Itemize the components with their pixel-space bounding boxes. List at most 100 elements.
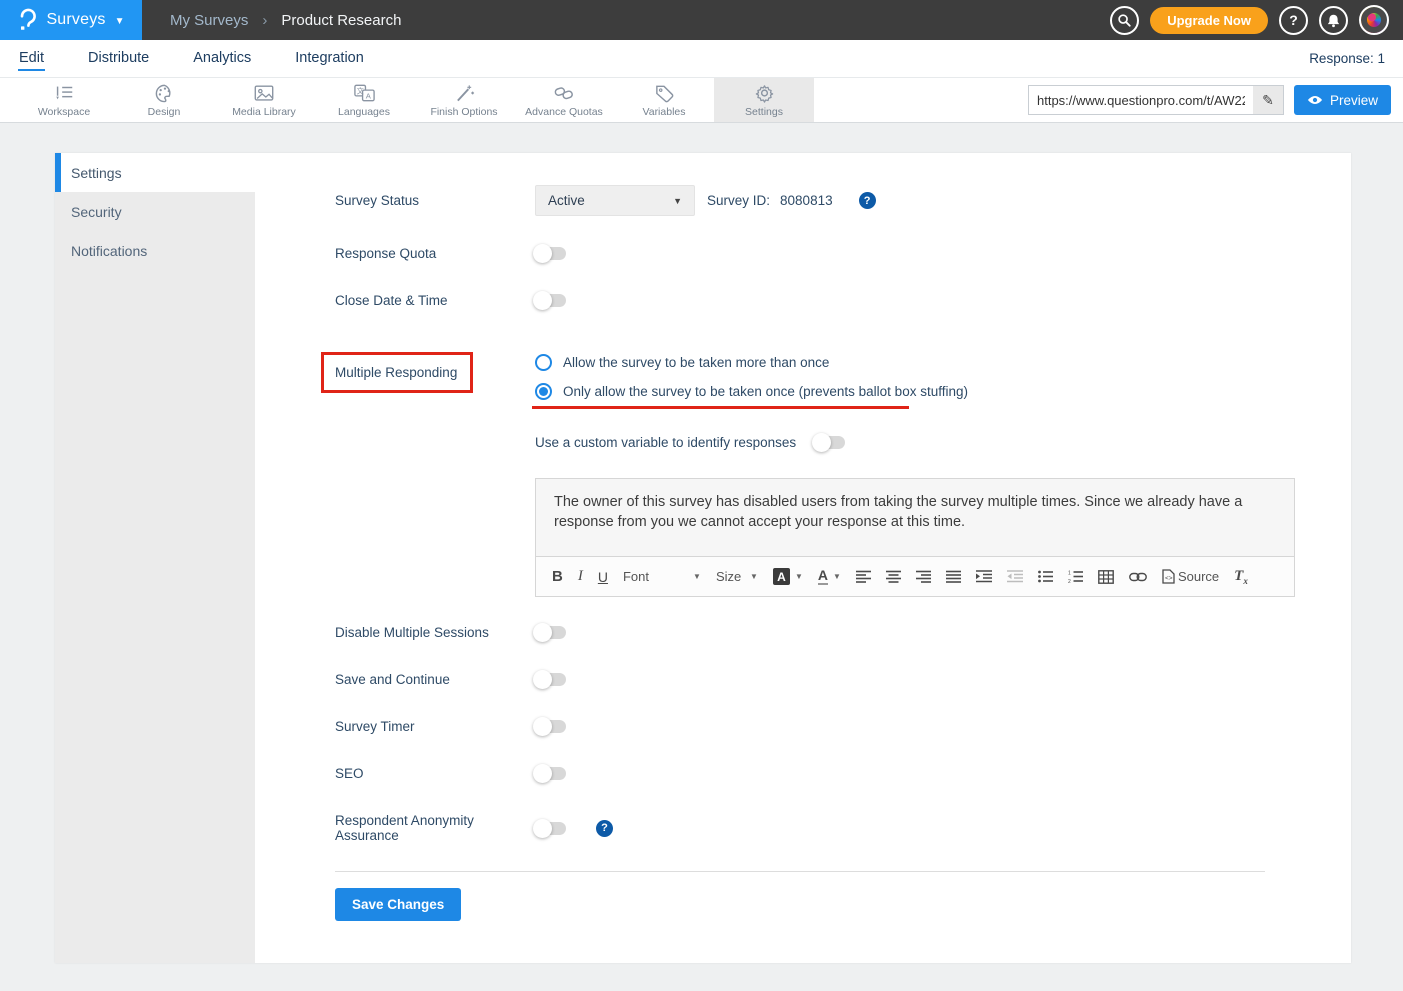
header-actions: Upgrade Now ? (1110, 0, 1403, 40)
help-button[interactable]: ? (1279, 6, 1308, 35)
align-right-button[interactable] (916, 570, 931, 583)
svg-text:1: 1 (1068, 571, 1071, 577)
response-count[interactable]: Response: 1 (1309, 51, 1385, 66)
toolbar-item-variables[interactable]: Variables (614, 78, 714, 122)
breadcrumb: My Surveys › Product Research (142, 0, 401, 40)
tag-icon (654, 83, 675, 103)
top-header: Surveys ▼ My Surveys › Product Research … (0, 0, 1403, 40)
respondent-anonymity-toggle[interactable] (535, 822, 566, 835)
italic-button[interactable]: I (578, 568, 583, 585)
survey-timer-row: Survey Timer (335, 719, 1351, 734)
seo-toggle[interactable] (535, 767, 566, 780)
font-dropdown[interactable]: Font ▼ (623, 569, 701, 584)
gear-icon (754, 83, 775, 103)
numbered-list-button[interactable]: 12 (1068, 570, 1083, 583)
align-center-button[interactable] (886, 570, 901, 583)
underline-button[interactable]: U (598, 569, 608, 585)
sidebar-item-security[interactable]: Security (55, 192, 255, 231)
survey-id-label: Survey ID: (707, 193, 770, 208)
questionpro-logo-icon (17, 8, 37, 32)
custom-variable-row: Use a custom variable to identify respon… (535, 435, 1351, 450)
chevron-right-icon: › (262, 12, 267, 29)
editor-toolbar: B I U Font ▼ Size ▼ A▼ A▼ (536, 556, 1294, 596)
brand-label: Surveys (46, 11, 105, 29)
insert-table-button[interactable] (1098, 570, 1114, 584)
radio-only-once-wrap: Only allow the survey to be taken once (… (535, 383, 968, 409)
insert-link-button[interactable] (1129, 572, 1147, 582)
multiple-responding-options: Allow the survey to be taken more than o… (535, 352, 968, 409)
survey-id-group: Survey ID: 8080813 ? (707, 192, 876, 209)
disable-multiple-sessions-toggle[interactable] (535, 626, 566, 639)
save-changes-button[interactable]: Save Changes (335, 888, 461, 921)
radio-allow-multiple[interactable]: Allow the survey to be taken more than o… (535, 354, 968, 371)
pencil-icon: ✎ (1262, 92, 1274, 109)
tab-integration[interactable]: Integration (294, 46, 365, 71)
toolbar-item-workspace[interactable]: Workspace (14, 78, 114, 122)
toolbar-item-advance-quotas[interactable]: Advance Quotas (514, 78, 614, 122)
align-left-button[interactable] (856, 570, 871, 583)
close-date-toggle[interactable] (535, 294, 566, 307)
survey-nav-tabs: Edit Distribute Analytics Integration (18, 46, 365, 71)
radio-only-once[interactable]: Only allow the survey to be taken once (… (535, 383, 968, 400)
breadcrumb-my-surveys[interactable]: My Surveys (170, 12, 248, 29)
translate-icon: 文 A (353, 83, 376, 103)
palette-icon (154, 83, 175, 103)
svg-text:2: 2 (1068, 579, 1071, 583)
upgrade-now-button[interactable]: Upgrade Now (1150, 7, 1268, 34)
save-and-continue-toggle[interactable] (535, 673, 566, 686)
sidebar-item-settings[interactable]: Settings (55, 153, 255, 192)
toolbar-item-finish-options[interactable]: Finish Options (414, 78, 514, 122)
tab-edit[interactable]: Edit (18, 46, 45, 71)
editor-content-area[interactable]: The owner of this survey has disabled us… (536, 479, 1294, 556)
save-and-continue-label: Save and Continue (335, 672, 535, 687)
survey-timer-toggle[interactable] (535, 720, 566, 733)
multiple-responding-annotation-box: Multiple Responding (321, 352, 473, 393)
edit-toolbar: Workspace Design Media Library 文 A (0, 78, 1403, 123)
survey-status-help-icon[interactable]: ? (859, 192, 876, 209)
bullet-list-button[interactable] (1038, 570, 1053, 583)
breadcrumb-survey-name: Product Research (281, 12, 401, 29)
product-switcher[interactable]: Surveys ▼ (0, 0, 142, 40)
svg-text:文: 文 (356, 86, 363, 95)
increase-indent-button[interactable] (976, 570, 992, 583)
toolbar-item-settings[interactable]: Settings (714, 78, 814, 122)
decrease-indent-button[interactable] (1007, 570, 1023, 583)
text-color-button[interactable]: A▼ (818, 568, 841, 585)
chevron-down-icon: ▼ (673, 196, 682, 206)
tab-distribute[interactable]: Distribute (87, 46, 150, 71)
radio-icon[interactable] (535, 354, 552, 371)
search-icon (1117, 13, 1132, 28)
remove-format-button[interactable]: Tx (1234, 568, 1248, 586)
bold-button[interactable]: B (552, 568, 563, 585)
multiple-responding-label-cell: Multiple Responding (335, 352, 535, 393)
save-and-continue-row: Save and Continue (335, 672, 1351, 687)
notifications-button[interactable] (1319, 6, 1348, 35)
sidebar-item-notifications[interactable]: Notifications (55, 231, 255, 270)
svg-text:<>: <> (1165, 575, 1173, 582)
radio-selected-icon[interactable] (535, 383, 552, 400)
respondent-anonymity-help-icon[interactable]: ? (596, 820, 613, 837)
image-icon (253, 83, 275, 103)
toolbar-right: ✎ Preview (1028, 78, 1403, 122)
questionpro-app: Surveys ▼ My Surveys › Product Research … (0, 0, 1403, 963)
justify-button[interactable] (946, 570, 961, 583)
survey-status-select[interactable]: Active ▼ (535, 185, 695, 216)
avatar[interactable] (1359, 5, 1389, 35)
survey-status-label: Survey Status (335, 193, 535, 208)
survey-url-input[interactable] (1029, 86, 1253, 114)
search-button[interactable] (1110, 6, 1139, 35)
toolbar-item-media-library[interactable]: Media Library (214, 78, 314, 122)
edit-url-button[interactable]: ✎ (1253, 86, 1283, 114)
response-quota-toggle[interactable] (535, 247, 566, 260)
background-color-button[interactable]: A▼ (773, 568, 803, 585)
preview-button[interactable]: Preview (1294, 85, 1391, 115)
settings-sidebar: Settings Security Notifications (55, 153, 255, 963)
tab-analytics[interactable]: Analytics (192, 46, 252, 71)
toolbar-item-design[interactable]: Design (114, 78, 214, 122)
size-dropdown[interactable]: Size ▼ (716, 569, 758, 584)
survey-status-row: Survey Status Active ▼ Survey ID: 808081… (335, 185, 1351, 216)
toolbar-item-languages[interactable]: 文 A Languages (314, 78, 414, 122)
custom-variable-toggle[interactable] (814, 436, 845, 449)
rich-text-editor: The owner of this survey has disabled us… (535, 478, 1295, 597)
source-button[interactable]: <> Source (1162, 569, 1219, 584)
